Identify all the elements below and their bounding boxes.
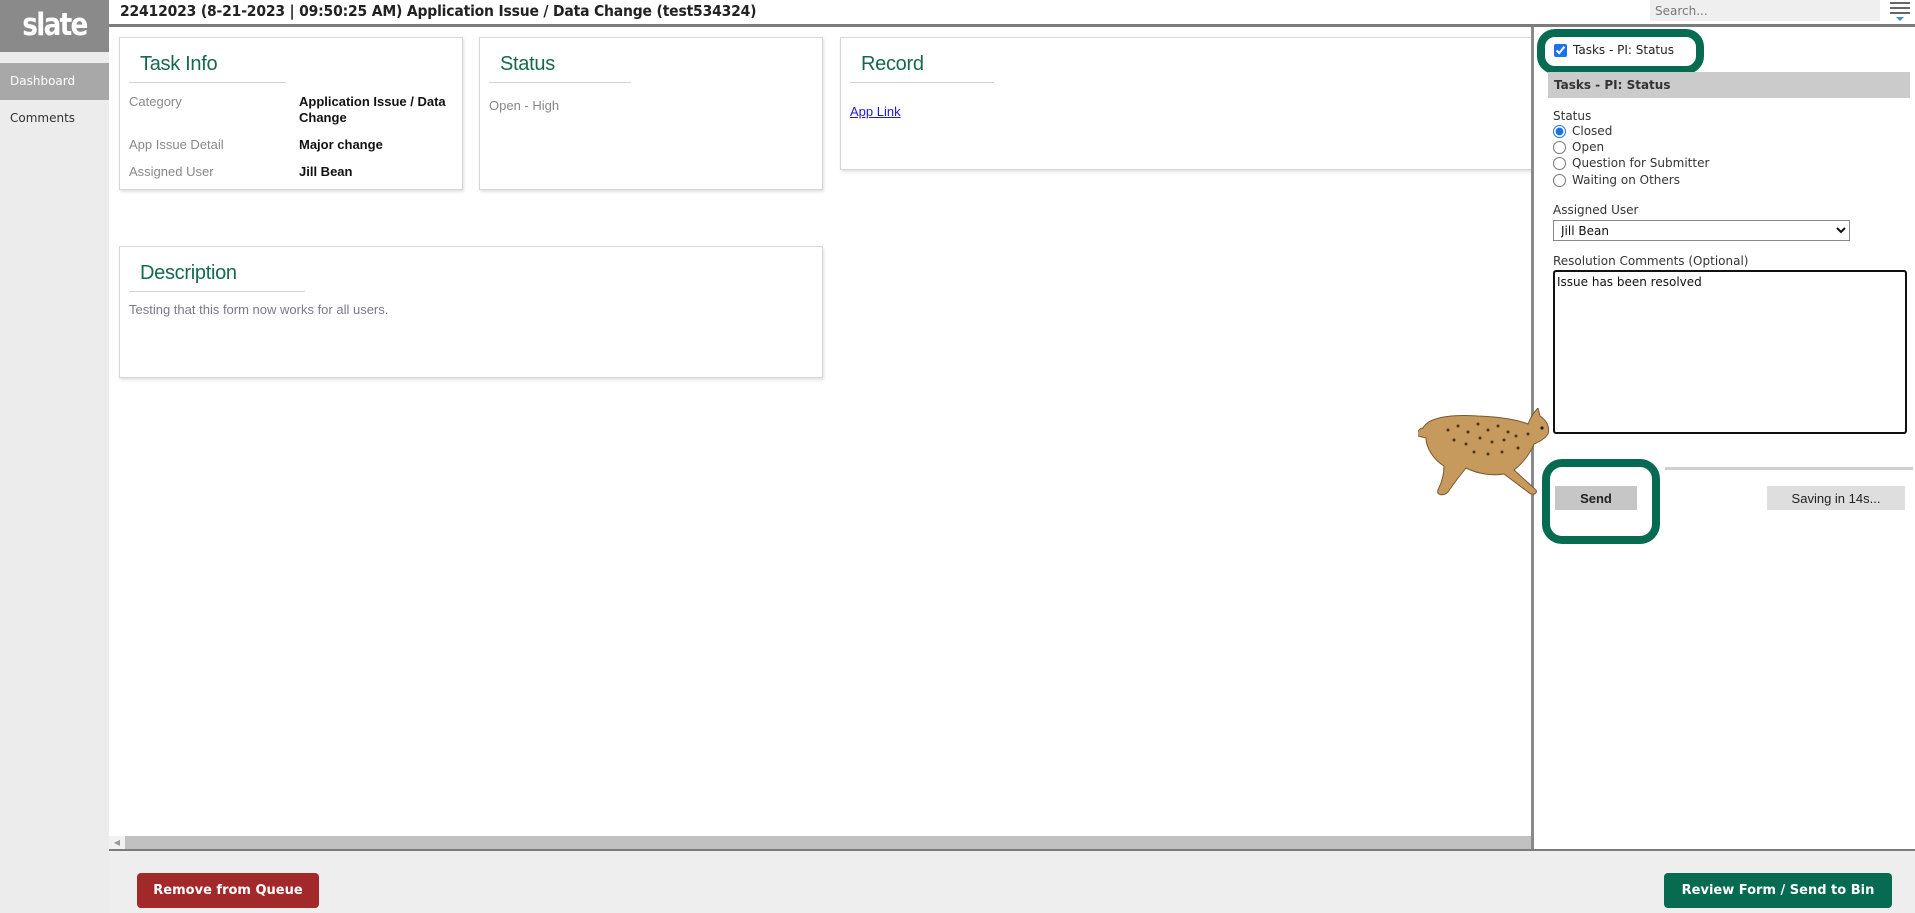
radio-label: Open [1572,140,1605,154]
review-form-send-to-bin-button[interactable]: Review Form / Send to Bin [1664,873,1892,908]
field-label: App Issue Detail [129,137,224,152]
status-card: Status Open - High [479,37,823,190]
radio-label: Question for Submitter [1572,156,1710,170]
comments-label: Resolution Comments (Optional) [1553,254,1749,268]
logo-text: slate [8,0,101,52]
record-card: Record App Link [840,37,1535,170]
sidebar: slate Dashboard Comments [0,0,109,913]
assigned-user-label: Assigned User [1553,203,1639,217]
remove-from-queue-button[interactable]: Remove from Queue [137,873,319,908]
search-input[interactable] [1650,0,1880,21]
autosave-status-button: Saving in 14s... [1767,486,1905,510]
right-panel: Tasks - PI: Status Tasks - PI: Status St… [1531,27,1915,849]
status-label: Status [1553,109,1592,123]
field-label: Category [129,94,182,109]
radio-waiting-on-others[interactable]: Waiting on Others [1553,173,1680,187]
sidebar-item-comments[interactable]: Comments [0,100,109,137]
field-label: Assigned User [129,164,214,179]
field-value: Jill Bean [299,164,353,179]
divider [489,82,631,83]
header: 22412023 (8-21-2023 | 09:50:25 AM) Appli… [109,0,1915,27]
section-title: Tasks - PI: Status [1548,72,1910,98]
scroll-left-arrow-icon[interactable]: ◀ [109,836,125,849]
radio-label: Closed [1572,124,1613,138]
resolution-comments-textarea[interactable]: Issue has been resolved [1553,270,1907,434]
description-text: Testing that this form now works for all… [129,302,389,317]
radio-input[interactable] [1553,173,1566,187]
assigned-user-select[interactable]: Jill Bean [1553,220,1850,241]
sidebar-nav: Dashboard Comments [0,63,109,137]
checkbox[interactable] [1554,43,1567,57]
status-value: Open - High [489,98,560,113]
status-title: Status [500,53,555,75]
app-link[interactable]: App Link [850,104,901,119]
tasks-status-checkbox[interactable]: Tasks - PI: Status [1554,43,1674,57]
radio-open[interactable]: Open [1553,140,1604,154]
radio-input[interactable] [1553,124,1566,138]
divider [129,291,305,292]
send-button[interactable]: Send [1555,486,1637,510]
divider [850,82,994,83]
divider [129,82,286,83]
record-title: Record [861,53,924,75]
description-title: Description [140,262,237,284]
horizontal-scrollbar[interactable]: ◀ [109,836,1531,849]
checkbox-label: Tasks - PI: Status [1573,43,1674,57]
logo[interactable]: slate [0,0,109,52]
task-info-title: Task Info [140,53,218,75]
main-content: Task Info Category Application Issue / D… [109,27,1535,838]
radio-input[interactable] [1553,156,1566,170]
task-info-card: Task Info Category Application Issue / D… [119,37,463,190]
divider [1665,467,1913,470]
radio-input[interactable] [1553,140,1566,154]
hamburger-menu-icon[interactable] [1890,2,1910,21]
lynx-mascot-icon [1418,408,1549,496]
field-value: Major change [299,137,383,152]
radio-closed[interactable]: Closed [1553,124,1612,138]
description-card: Description Testing that this form now w… [119,246,823,378]
field-value: Application Issue / Data Change [299,94,446,125]
footer-bar: Remove from Queue Review Form / Send to … [109,851,1915,913]
page-title: 22412023 (8-21-2023 | 09:50:25 AM) Appli… [120,2,757,20]
radio-label: Waiting on Others [1572,173,1680,187]
sidebar-item-dashboard[interactable]: Dashboard [0,63,109,100]
radio-question-for-submitter[interactable]: Question for Submitter [1553,156,1709,170]
